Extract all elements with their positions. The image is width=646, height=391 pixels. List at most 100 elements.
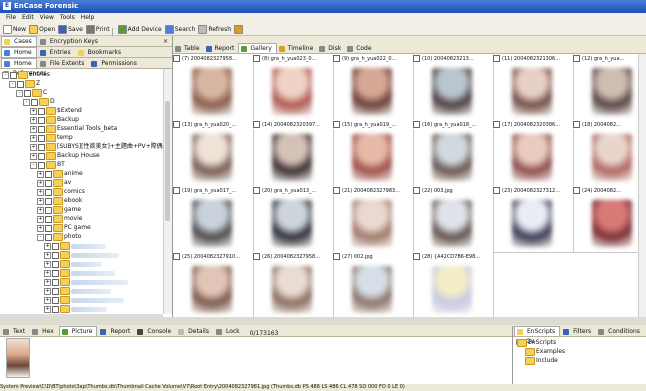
expand-icon[interactable]: + — [37, 224, 44, 232]
thumbnail-checkbox[interactable] — [493, 55, 500, 62]
toolbar-button-4[interactable]: Add Device — [117, 23, 162, 35]
expand-icon[interactable]: + — [37, 179, 44, 187]
gallery-thumbnail[interactable]: (23) 2004082327312... — [493, 186, 574, 253]
thumbnail-checkbox[interactable] — [493, 187, 500, 194]
pane-splitter[interactable] — [0, 317, 646, 325]
tree-checkbox[interactable] — [52, 278, 59, 286]
thumbnail-checkbox[interactable] — [333, 55, 340, 62]
thumbnail-checkbox[interactable] — [573, 121, 580, 128]
collapse-icon[interactable]: - — [30, 161, 37, 169]
gallery-thumbnail[interactable]: (17) 2004082320386... — [493, 120, 574, 187]
tree-checkbox[interactable] — [31, 98, 38, 106]
tree-node[interactable]: + — [44, 251, 119, 259]
thumbnail-checkbox[interactable] — [413, 55, 420, 62]
bottom-tab-6[interactable]: Lock — [214, 327, 244, 337]
home-tab-1[interactable]: File Extents — [38, 59, 89, 69]
tree-scrollbar[interactable] — [163, 69, 172, 314]
tree-checkbox[interactable] — [38, 107, 45, 115]
tree-node[interactable]: + Backup — [30, 116, 79, 124]
view-tab-3[interactable]: Timeline — [277, 44, 318, 54]
tree-node[interactable]: + — [44, 305, 107, 313]
gallery-thumbnail[interactable]: (21) 2004082327983... — [333, 186, 414, 253]
toolbar-button-1[interactable]: Open — [29, 23, 55, 35]
gallery-thumbnail[interactable]: (14) 2004082320397... — [253, 120, 334, 187]
tree-node[interactable]: + — [44, 296, 124, 304]
collapse-icon[interactable]: - — [37, 233, 44, 241]
collapse-icon[interactable]: - — [16, 89, 23, 97]
thumbnail-checkbox[interactable] — [173, 121, 180, 128]
gallery-thumbnail[interactable]: (8) gra_h_yua023_0... — [253, 54, 334, 121]
thumbnail-checkbox[interactable] — [173, 55, 180, 62]
home-tab-2[interactable]: Permissions — [89, 59, 141, 69]
bottom-tab-3[interactable]: Report — [98, 327, 134, 337]
menu-item-2[interactable]: View — [40, 13, 54, 23]
expand-icon[interactable]: + — [44, 251, 51, 259]
tree-checkbox[interactable] — [17, 80, 24, 88]
tree-checkbox[interactable] — [45, 188, 52, 196]
tree-checkbox[interactable] — [38, 125, 45, 133]
gallery-thumbnail[interactable]: (25) 2004082327910... — [173, 252, 254, 317]
gallery-thumbnail[interactable]: (10) 20040823213... — [413, 54, 494, 121]
tree-checkbox[interactable] — [38, 116, 45, 124]
tree-checkbox[interactable] — [52, 287, 59, 295]
thumbnail-checkbox[interactable] — [173, 253, 180, 260]
toolbar-button-3[interactable]: Print — [85, 23, 110, 35]
tree-node[interactable]: + temp — [30, 134, 73, 142]
gallery-thumbnail[interactable]: (12) gra_h_yua... — [573, 54, 638, 121]
expand-icon[interactable]: + — [44, 260, 51, 268]
thumbnail-checkbox[interactable] — [333, 253, 340, 260]
case-tab-1[interactable]: Encryption Keys — [38, 37, 102, 47]
tree-checkbox[interactable] — [38, 143, 45, 151]
thumbnail-checkbox[interactable] — [333, 121, 340, 128]
expand-icon[interactable]: + — [30, 116, 37, 124]
gallery-thumbnail[interactable]: (16) gra_h_yua018_... — [413, 120, 494, 187]
toolbar-button-7[interactable] — [234, 23, 244, 35]
tree-node[interactable]: + PC game — [37, 224, 91, 232]
gallery-thumbnail[interactable]: (24) 2004082... — [573, 186, 638, 253]
tree-node[interactable]: -Z — [9, 80, 40, 88]
tree-checkbox[interactable] — [38, 152, 45, 160]
enscripts-tab-1[interactable]: Filters — [561, 327, 595, 337]
tree-node[interactable]: + $Extend — [30, 107, 82, 115]
expand-icon[interactable]: + — [30, 134, 37, 142]
toolbar-button-2[interactable]: Save — [58, 23, 83, 35]
expand-icon[interactable]: + — [37, 197, 44, 205]
expand-icon[interactable]: + — [44, 296, 51, 304]
thumbnail-checkbox[interactable] — [573, 55, 580, 62]
tree-node[interactable]: + game — [37, 206, 81, 214]
tree-node[interactable]: + — [44, 269, 115, 277]
bottom-tab-2[interactable]: Picture — [58, 326, 98, 336]
tree-node[interactable]: + ebook — [37, 197, 82, 205]
gallery-thumbnail[interactable]: (20) gra_h_yua013_... — [253, 186, 334, 253]
thumbnail-checkbox[interactable] — [573, 187, 580, 194]
tree-checkbox[interactable] — [45, 170, 52, 178]
gallery-thumbnail[interactable]: (27) 002.jpg — [333, 252, 414, 317]
bottom-tab-5[interactable]: Details — [176, 327, 213, 337]
gallery-thumbnail[interactable]: (15) gra_h_yua019_... — [333, 120, 414, 187]
gallery-thumbnail[interactable]: (19) gra_h_yua017_... — [173, 186, 254, 253]
thumbnail-checkbox[interactable] — [413, 121, 420, 128]
tree-checkbox[interactable] — [45, 215, 52, 223]
thumbnail-checkbox[interactable] — [333, 187, 340, 194]
expand-icon[interactable]: + — [30, 152, 37, 160]
tree-node[interactable]: + movie — [37, 215, 82, 223]
tree-node[interactable]: - photo — [37, 233, 81, 241]
tree-node[interactable]: + comics — [37, 188, 85, 196]
gallery-thumbnail[interactable]: (7) 2004082327958... — [173, 54, 254, 121]
enscripts-node[interactable]: Include — [525, 357, 558, 365]
enscripts-node[interactable]: Examples — [525, 348, 565, 356]
menu-item-3[interactable]: Tools — [60, 13, 75, 23]
gallery-thumbnail[interactable]: (13) gra_h_yua020_... — [173, 120, 254, 187]
gallery-thumbnail[interactable]: (9) gra_h_yua022_0... — [333, 54, 414, 121]
tree-scroll-thumb[interactable] — [165, 101, 170, 221]
expand-icon[interactable]: + — [37, 170, 44, 178]
entry-tab-1[interactable]: Entries — [38, 48, 75, 58]
expand-icon[interactable]: + — [44, 242, 51, 250]
expand-icon[interactable]: + — [37, 215, 44, 223]
expand-icon[interactable]: + — [44, 269, 51, 277]
gallery-thumbnail[interactable]: (18) 2004082... — [573, 120, 638, 187]
view-tab-0[interactable]: Table — [173, 44, 204, 54]
gallery-thumbnail[interactable]: (22) 003.jpg — [413, 186, 494, 253]
tree-node[interactable]: + Backup House — [30, 152, 100, 160]
tree-node[interactable]: + — [44, 260, 102, 268]
